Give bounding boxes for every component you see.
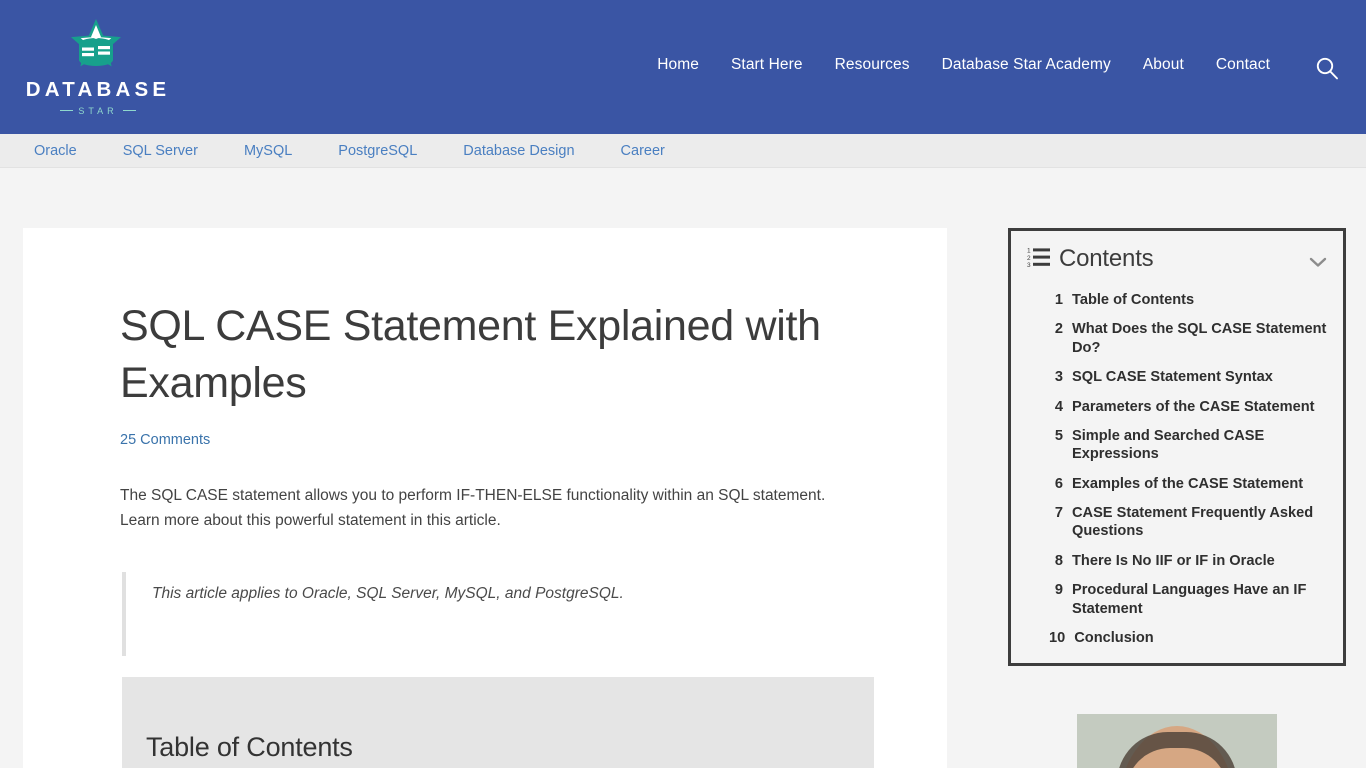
contents-widget-toggle[interactable] [1307,251,1329,273]
main-navigation: Home Start Here Resources Database Star … [657,56,1270,74]
logo-subtitle-text: STAR [78,105,118,116]
nav-item-home[interactable]: Home [657,56,699,74]
contents-item-number: 2 [1054,321,1063,338]
contents-widget-header: 1 2 3 Contents [1027,245,1329,273]
contents-item-label[interactable]: Procedural Languages Have an IF Statemen… [1072,581,1329,618]
avatar-hair [1117,732,1237,768]
contents-item-number: 6 [1054,475,1063,492]
contents-item-number: 8 [1054,552,1063,569]
contents-item-4[interactable]: 4 Parameters of the CASE Statement [1049,398,1329,416]
contents-item-label[interactable]: Parameters of the CASE Statement [1072,398,1315,416]
contents-item-label[interactable]: Table of Contents [1072,291,1194,309]
database-star-logo-icon [65,17,127,77]
contents-item-number: 4 [1054,398,1063,415]
page-body: SQL CASE Statement Explained with Exampl… [0,168,1366,768]
contents-item-1[interactable]: 1 Table of Contents [1049,291,1329,309]
nav-item-contact[interactable]: Contact [1216,56,1270,74]
article-toc-heading: Table of Contents [146,732,834,768]
subnav-item-career[interactable]: Career [621,143,665,159]
nav-item-start-here[interactable]: Start Here [731,56,803,74]
page-title: SQL CASE Statement Explained with Exampl… [120,302,821,408]
contents-item-label[interactable]: SQL CASE Statement Syntax [1072,368,1273,386]
subnav-item-sql-server[interactable]: SQL Server [123,143,198,159]
numbered-list-icon: 1 2 3 [1027,246,1051,273]
contents-item-number: 1 [1054,292,1063,308]
search-icon [1316,57,1338,80]
search-button[interactable] [1308,50,1346,88]
contents-item-number: 5 [1054,427,1063,444]
contents-item-10[interactable]: 10 Conclusion [1049,629,1329,647]
article-intro-paragraph: The SQL CASE statement allows you to per… [120,487,826,530]
contents-item-3[interactable]: 3 SQL CASE Statement Syntax [1049,368,1329,386]
svg-text:1: 1 [1027,247,1031,254]
site-header: DATABASE STAR Home Start Here Resources … [0,0,1366,134]
contents-item-number: 10 [1049,629,1066,646]
contents-item-label[interactable]: What Does the SQL CASE Statement Do? [1072,320,1329,357]
logo-rule-right [122,110,136,111]
article-toc-section: Table of Contents [122,676,874,768]
contents-widget: 1 2 3 Contents 1 Table of Contents 2 Wha… [1008,228,1346,667]
contents-item-number: 3 [1054,369,1063,386]
logo-rule-left [60,110,74,111]
contents-item-label[interactable]: Conclusion [1074,629,1153,647]
subnav-item-database-design[interactable]: Database Design [463,143,574,159]
logo-wordmark: DATABASE [25,78,171,101]
contents-item-7[interactable]: 7 CASE Statement Frequently Asked Questi… [1049,504,1329,541]
contents-item-9[interactable]: 9 Procedural Languages Have an IF Statem… [1049,581,1329,618]
author-headshot-image [1077,714,1277,768]
contents-item-2[interactable]: 2 What Does the SQL CASE Statement Do? [1049,320,1329,357]
contents-item-8[interactable]: 8 There Is No IIF or IF in Oracle [1049,552,1329,570]
subnav-item-oracle[interactable]: Oracle [34,143,77,159]
article-inner: SQL CASE Statement Explained with Exampl… [23,228,947,768]
site-logo[interactable]: DATABASE STAR [23,17,169,117]
contents-item-number: 9 [1054,582,1063,599]
avatar-face [1117,726,1237,768]
svg-text:3: 3 [1027,262,1031,268]
nav-item-database-star-academy[interactable]: Database Star Academy [942,56,1111,74]
nav-item-about[interactable]: About [1143,56,1184,74]
article-callout-text: This article applies to Oracle, SQL Serv… [152,584,624,602]
contents-item-5[interactable]: 5 Simple and Searched CASE Expressions [1049,427,1329,464]
nav-item-resources[interactable]: Resources [835,56,910,74]
subnav-item-mysql[interactable]: MySQL [244,143,292,159]
comments-link[interactable]: 25 Comments [120,432,210,448]
logo-subtitle: STAR [60,105,136,116]
contents-item-label[interactable]: Examples of the CASE Statement [1072,475,1303,493]
article-content-card: SQL CASE Statement Explained with Exampl… [23,228,947,768]
contents-item-label[interactable]: Simple and Searched CASE Expressions [1072,427,1329,464]
contents-widget-title: Contents [1059,245,1154,272]
contents-item-label[interactable]: CASE Statement Frequently Asked Question… [1072,504,1329,541]
svg-text:2: 2 [1027,255,1031,262]
category-navigation: Oracle SQL Server MySQL PostgreSQL Datab… [0,134,1366,168]
contents-item-6[interactable]: 6 Examples of the CASE Statement [1049,475,1329,493]
contents-widget-list: 1 Table of Contents 2 What Does the SQL … [1027,291,1329,647]
sidebar: 1 2 3 Contents 1 Table of Contents 2 Wha… [1008,228,1346,768]
subnav-item-postgresql[interactable]: PostgreSQL [338,143,417,159]
article-callout-blockquote: This article applies to Oracle, SQL Serv… [122,571,874,656]
contents-item-label[interactable]: There Is No IIF or IF in Oracle [1072,552,1275,570]
chevron-down-icon [1309,257,1327,267]
contents-item-number: 7 [1054,505,1063,521]
